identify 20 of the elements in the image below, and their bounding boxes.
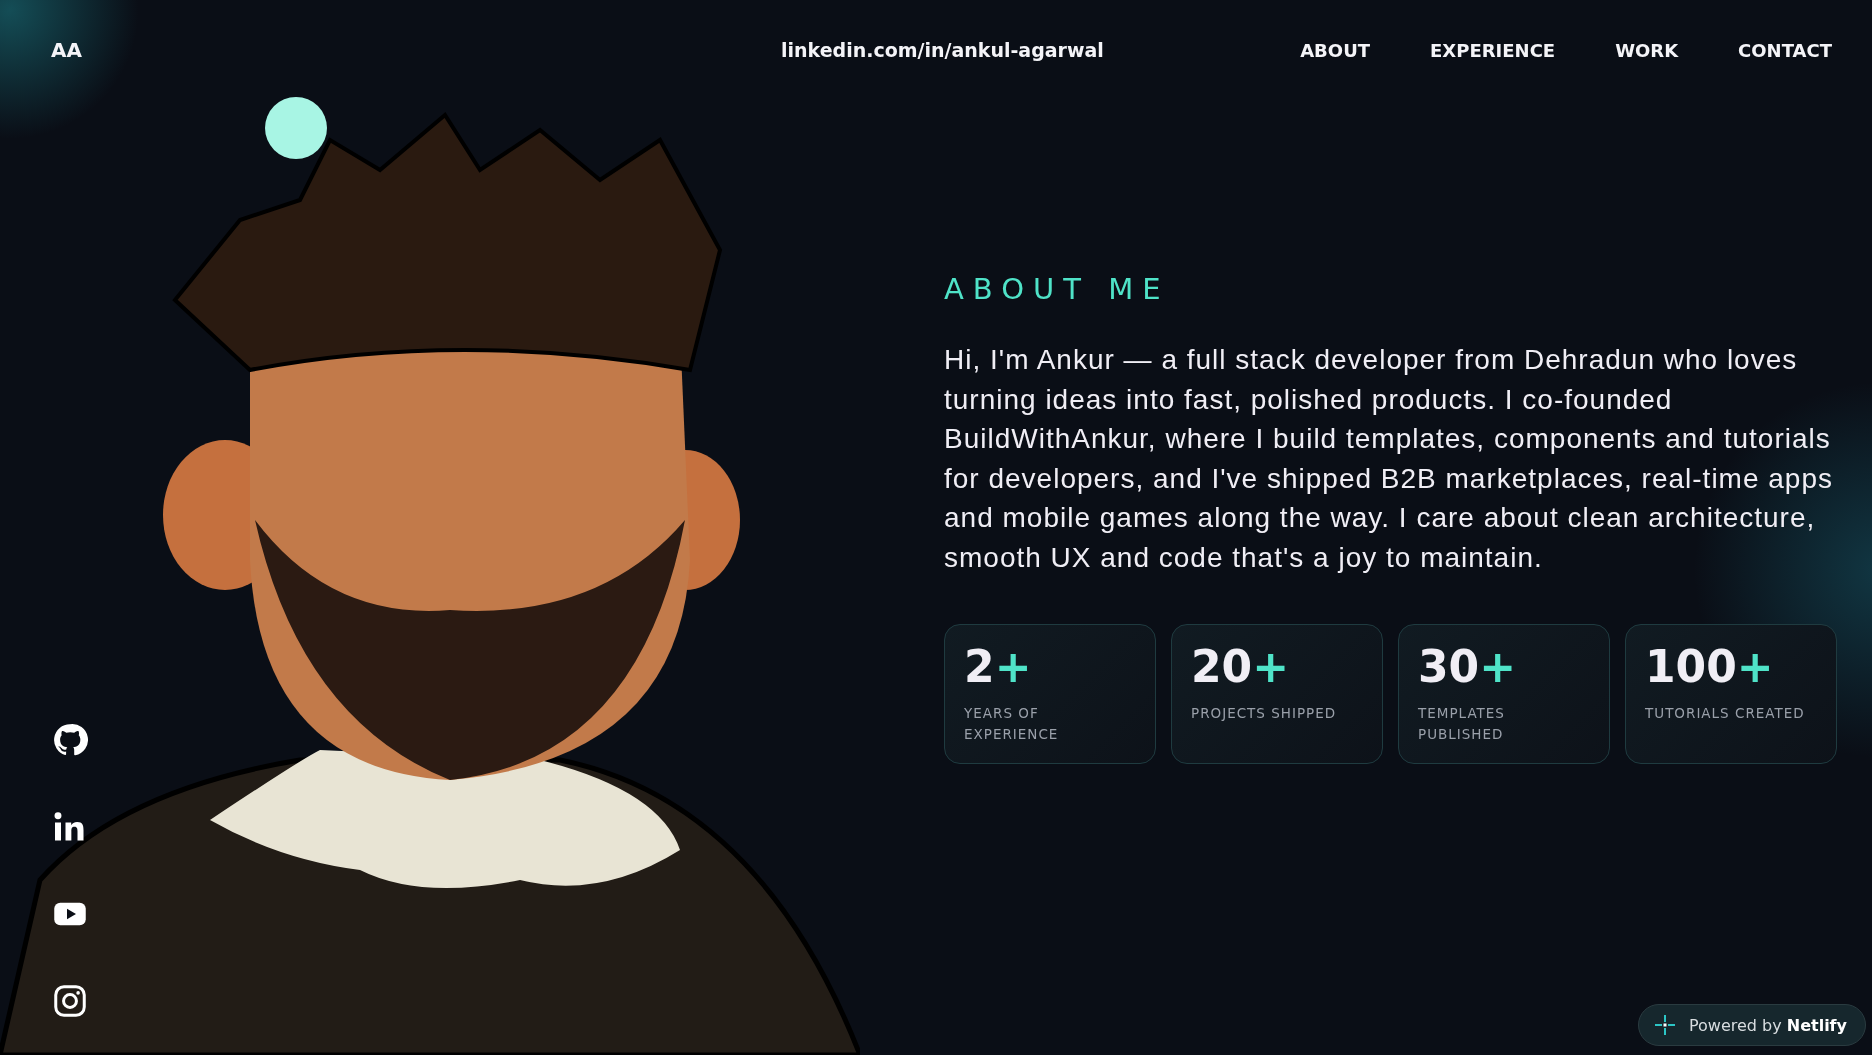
stat-label: YEARS OF EXPERIENCE (964, 704, 1060, 745)
stat-value: 30+ (1418, 643, 1518, 692)
github-icon[interactable] (52, 722, 88, 758)
stat-value: 100+ (1645, 643, 1775, 692)
stat-value: 20+ (1191, 643, 1291, 692)
nav-link[interactable]: EXPERIENCE (1430, 39, 1556, 61)
instagram-icon[interactable] (52, 983, 88, 1019)
stat-label: TUTORIALS CREATED (1645, 704, 1806, 724)
netlify-icon (1652, 1013, 1677, 1037)
linkedin-link[interactable]: linkedin.com/in/ankul-agarwal (781, 39, 1281, 61)
nav-link[interactable]: WORK (1615, 39, 1679, 61)
stat-label: PROJECTS SHIPPED (1191, 704, 1338, 724)
about-paragraph: Hi, I'm Ankur — a full stack developer from Dehradun who loves turning ideas into fast, polished products. I co-founded BuildWithAnkur, where I build templates, components and tutorials for developers, and I've shipped B2B marketplaces, real-time apps and mobile games along the way. I care about clean architecture, smooth UX and code that's a joy to maintain. (944, 343, 1834, 575)
logo[interactable]: AA (51, 38, 781, 62)
stat-label: TEMPLATES PUBLISHED (1418, 704, 1506, 745)
netlify-badge[interactable]: Powered by Netlify (1637, 1004, 1866, 1046)
stat-value: 2+ (964, 643, 1033, 692)
nav-link[interactable]: ABOUT (1300, 39, 1371, 61)
nav-link[interactable]: CONTACT (1738, 39, 1832, 61)
section-heading: ABOUT ME (944, 272, 1171, 306)
